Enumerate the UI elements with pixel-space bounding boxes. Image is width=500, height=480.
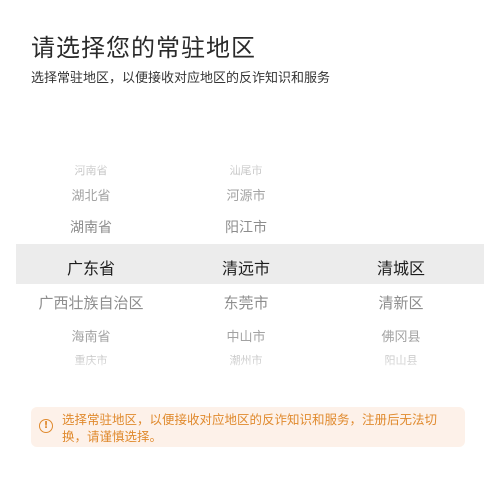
province-option[interactable]: 湖南省 [16,217,166,237]
province-option[interactable]: 湖北省 [16,185,166,204]
province-option[interactable]: 河南省 [16,162,166,178]
province-option[interactable]: 重庆市 [16,352,166,368]
notice-text: 选择常驻地区，以便接收对应地区的反诈知识和服务，注册后无法切换，请谨慎选择。 [62,412,438,444]
warning-info-icon: ! [39,419,53,433]
district-wheel[interactable]: 清城区 清新区 佛冈县 阳山县 [326,148,476,380]
province-selected[interactable]: 广东省 [16,255,166,279]
district-option[interactable]: 佛冈县 [326,326,476,345]
province-wheel[interactable]: 河南省 湖北省 湖南省 广东省 广西壮族自治区 海南省 重庆市 [16,148,166,380]
province-option[interactable]: 海南省 [16,326,166,345]
city-wheel[interactable]: 汕尾市 河源市 阳江市 清远市 东莞市 中山市 潮州市 [171,148,321,380]
city-option[interactable]: 阳江市 [171,217,321,237]
city-option[interactable]: 汕尾市 [171,162,321,178]
city-option[interactable]: 潮州市 [171,352,321,368]
province-option[interactable]: 广西壮族自治区 [16,292,166,313]
city-option[interactable]: 河源市 [171,185,321,204]
region-picker[interactable]: 河南省 湖北省 湖南省 广东省 广西壮族自治区 海南省 重庆市 汕尾市 河源市 … [16,148,484,380]
district-option[interactable]: 阳山县 [326,352,476,368]
city-selected[interactable]: 清远市 [171,255,321,279]
notice-banner: ! 选择常驻地区，以便接收对应地区的反诈知识和服务，注册后无法切换，请谨慎选择。 [31,407,465,447]
page-title: 请选择您的常驻地区 [31,34,256,62]
page-subtitle: 选择常驻地区，以便接收对应地区的反诈知识和服务 [31,71,331,86]
district-selected[interactable]: 清城区 [326,255,476,279]
city-option[interactable]: 东莞市 [171,292,321,313]
district-option[interactable]: 清新区 [326,292,476,313]
city-option[interactable]: 中山市 [171,326,321,345]
